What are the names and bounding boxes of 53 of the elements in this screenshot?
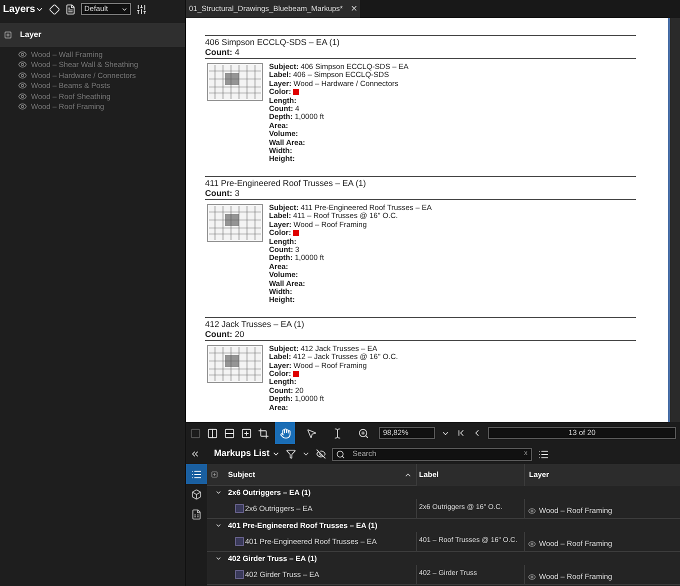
list-icon [191,468,202,480]
close-button[interactable]: × [350,0,358,18]
zoom-tool-icon [358,428,368,438]
section-count: Count: 4 [205,47,240,57]
expand-all-icon[interactable] [211,471,218,478]
column-header: Layer [20,29,42,41]
split-vertical-icon[interactable] [207,428,218,438]
markups-list-menu[interactable]: Markups List [214,447,280,461]
section-heading: 406 Simpson ECCLQ-SDS – EA (1) [205,37,341,47]
caret-icon [121,6,128,12]
visibility-icon[interactable] [18,81,27,90]
markup-icon [235,504,244,513]
section-heading: 412 Jack Trusses – EA (1) [205,318,306,329]
chevron-icon[interactable] [215,489,222,496]
first-page-icon[interactable] [456,428,466,438]
section-count: Count: 20 [205,328,246,339]
layer-diamond-icon[interactable] [49,4,60,14]
cube-icon [191,488,202,500]
hide-icon[interactable] [316,449,326,459]
markup-icon [235,537,244,546]
visibility-icon[interactable] [528,540,536,548]
caret-icon [272,450,280,458]
page-icon[interactable] [65,4,76,14]
drawing-thumbnail [207,344,263,383]
hand-tool-icon [280,428,290,438]
filter-dropdown-icon[interactable] [302,450,310,458]
visibility-icon[interactable] [528,572,536,580]
section-count: Count: 3 [205,188,240,198]
search-icon [336,450,345,458]
document-icon [191,508,202,520]
crop-icon[interactable] [258,428,269,438]
tool-button[interactable] [275,422,295,444]
drawing-thumbnail [207,204,263,242]
visibility-icon[interactable] [528,506,536,514]
collapse-icon[interactable] [190,449,200,459]
select-tool-icon [306,428,316,438]
markup-icon [235,570,244,579]
visibility-icon[interactable] [18,102,27,112]
filter-icon[interactable] [286,449,296,459]
chevron-icon[interactable] [215,522,222,529]
visibility-icon[interactable] [18,70,27,80]
visibility-icon[interactable] [18,60,27,70]
layers-menu[interactable]: Layers [3,2,44,16]
add-page-icon[interactable] [241,428,252,438]
split-horizontal-icon[interactable] [224,428,235,438]
chevron-icon[interactable] [215,555,222,562]
side-tab[interactable] [186,464,207,484]
settings-icon[interactable] [136,4,148,14]
visibility-icon[interactable] [18,50,27,59]
section-heading: 411 Pre-Engineered Roof Trusses – EA (1) [205,178,367,188]
visibility-icon[interactable] [18,92,27,101]
expand-icon[interactable] [4,31,12,39]
drawing-thumbnail [207,63,263,101]
